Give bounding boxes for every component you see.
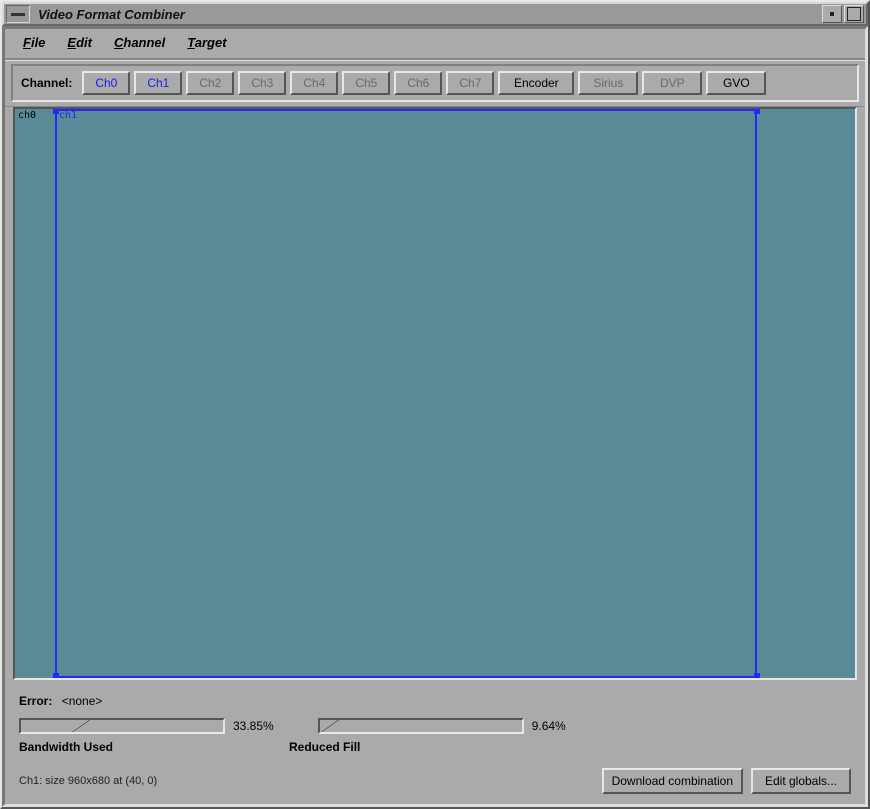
- resize-handle-bottom-left[interactable]: [53, 673, 59, 679]
- menu-file[interactable]: File: [23, 35, 45, 50]
- channel-ch0-label: ch0: [17, 110, 37, 121]
- resize-handle-bottom-right[interactable]: [754, 673, 760, 679]
- maximize-icon[interactable]: [844, 5, 864, 23]
- client-area: File Edit Channel Target Channel: Ch0 Ch…: [2, 26, 868, 807]
- window-title: Video Format Combiner: [36, 7, 822, 22]
- bandwidth-meter-block: 33.85%: [19, 718, 274, 734]
- system-menu-icon[interactable]: [6, 5, 30, 23]
- channel-ch2-button: Ch2: [186, 71, 234, 95]
- titlebar[interactable]: Video Format Combiner: [2, 2, 868, 26]
- bottom-panel: Error: <none> 33.85% 9.64% B: [5, 684, 865, 804]
- resize-handle-top-left[interactable]: [53, 108, 59, 114]
- window: Video Format Combiner File Edit Channel …: [0, 0, 870, 809]
- reduced-fill-meter: [318, 718, 524, 734]
- error-label: Error:: [19, 694, 52, 708]
- menu-channel[interactable]: Channel: [114, 35, 165, 50]
- reduced-fill-label: Reduced Fill: [289, 740, 360, 754]
- sirius-button: Sirius: [578, 71, 638, 95]
- channel-ch5-button: Ch5: [342, 71, 390, 95]
- status-text: Ch1: size 960x680 at (40, 0): [19, 775, 602, 787]
- encoder-button[interactable]: Encoder: [498, 71, 574, 95]
- edit-globals-button[interactable]: Edit globals...: [751, 768, 851, 794]
- toolbar: Channel: Ch0 Ch1 Ch2 Ch3 Ch4 Ch5 Ch6 Ch7…: [5, 58, 865, 107]
- bandwidth-value: 33.85%: [233, 719, 274, 733]
- menu-target[interactable]: Target: [187, 35, 226, 50]
- footer: Ch1: size 960x680 at (40, 0) Download co…: [19, 764, 851, 794]
- bandwidth-indicator-icon: [40, 718, 93, 734]
- gvo-button[interactable]: GVO: [706, 71, 766, 95]
- menubar: File Edit Channel Target: [5, 29, 865, 58]
- menu-edit[interactable]: Edit: [67, 35, 92, 50]
- channel-ch6-button: Ch6: [394, 71, 442, 95]
- channel-ch3-button: Ch3: [238, 71, 286, 95]
- channel-ch1-button[interactable]: Ch1: [134, 71, 182, 95]
- reduced-fill-value: 9.64%: [532, 719, 566, 733]
- layout-canvas[interactable]: ch0 ch1: [13, 107, 857, 680]
- meter-labels: Bandwidth Used Reduced Fill: [19, 740, 851, 754]
- channel-ch7-button: Ch7: [446, 71, 494, 95]
- channel-ch0-button[interactable]: Ch0: [82, 71, 130, 95]
- error-value: <none>: [62, 694, 103, 708]
- reduced-fill-indicator-icon: [318, 718, 342, 734]
- bandwidth-label: Bandwidth Used: [19, 740, 113, 754]
- channel-ch1-label: ch1: [58, 110, 78, 121]
- channel-ch0-rect[interactable]: [15, 109, 56, 678]
- toolbar-inner: Channel: Ch0 Ch1 Ch2 Ch3 Ch4 Ch5 Ch6 Ch7…: [11, 64, 859, 102]
- channel-ch4-button: Ch4: [290, 71, 338, 95]
- canvas-wrap: ch0 ch1: [5, 107, 865, 684]
- toolbar-label: Channel:: [21, 76, 72, 90]
- resize-handle-top-right[interactable]: [754, 108, 760, 114]
- dvp-button: DVP: [642, 71, 702, 95]
- error-row: Error: <none>: [19, 694, 851, 708]
- download-combination-button[interactable]: Download combination: [602, 768, 743, 794]
- reduced-fill-meter-block: 9.64%: [318, 718, 566, 734]
- meters-row: 33.85% 9.64%: [19, 718, 851, 734]
- minimize-icon[interactable]: [822, 5, 842, 23]
- bandwidth-meter: [19, 718, 225, 734]
- channel-ch1-rect[interactable]: [55, 109, 757, 678]
